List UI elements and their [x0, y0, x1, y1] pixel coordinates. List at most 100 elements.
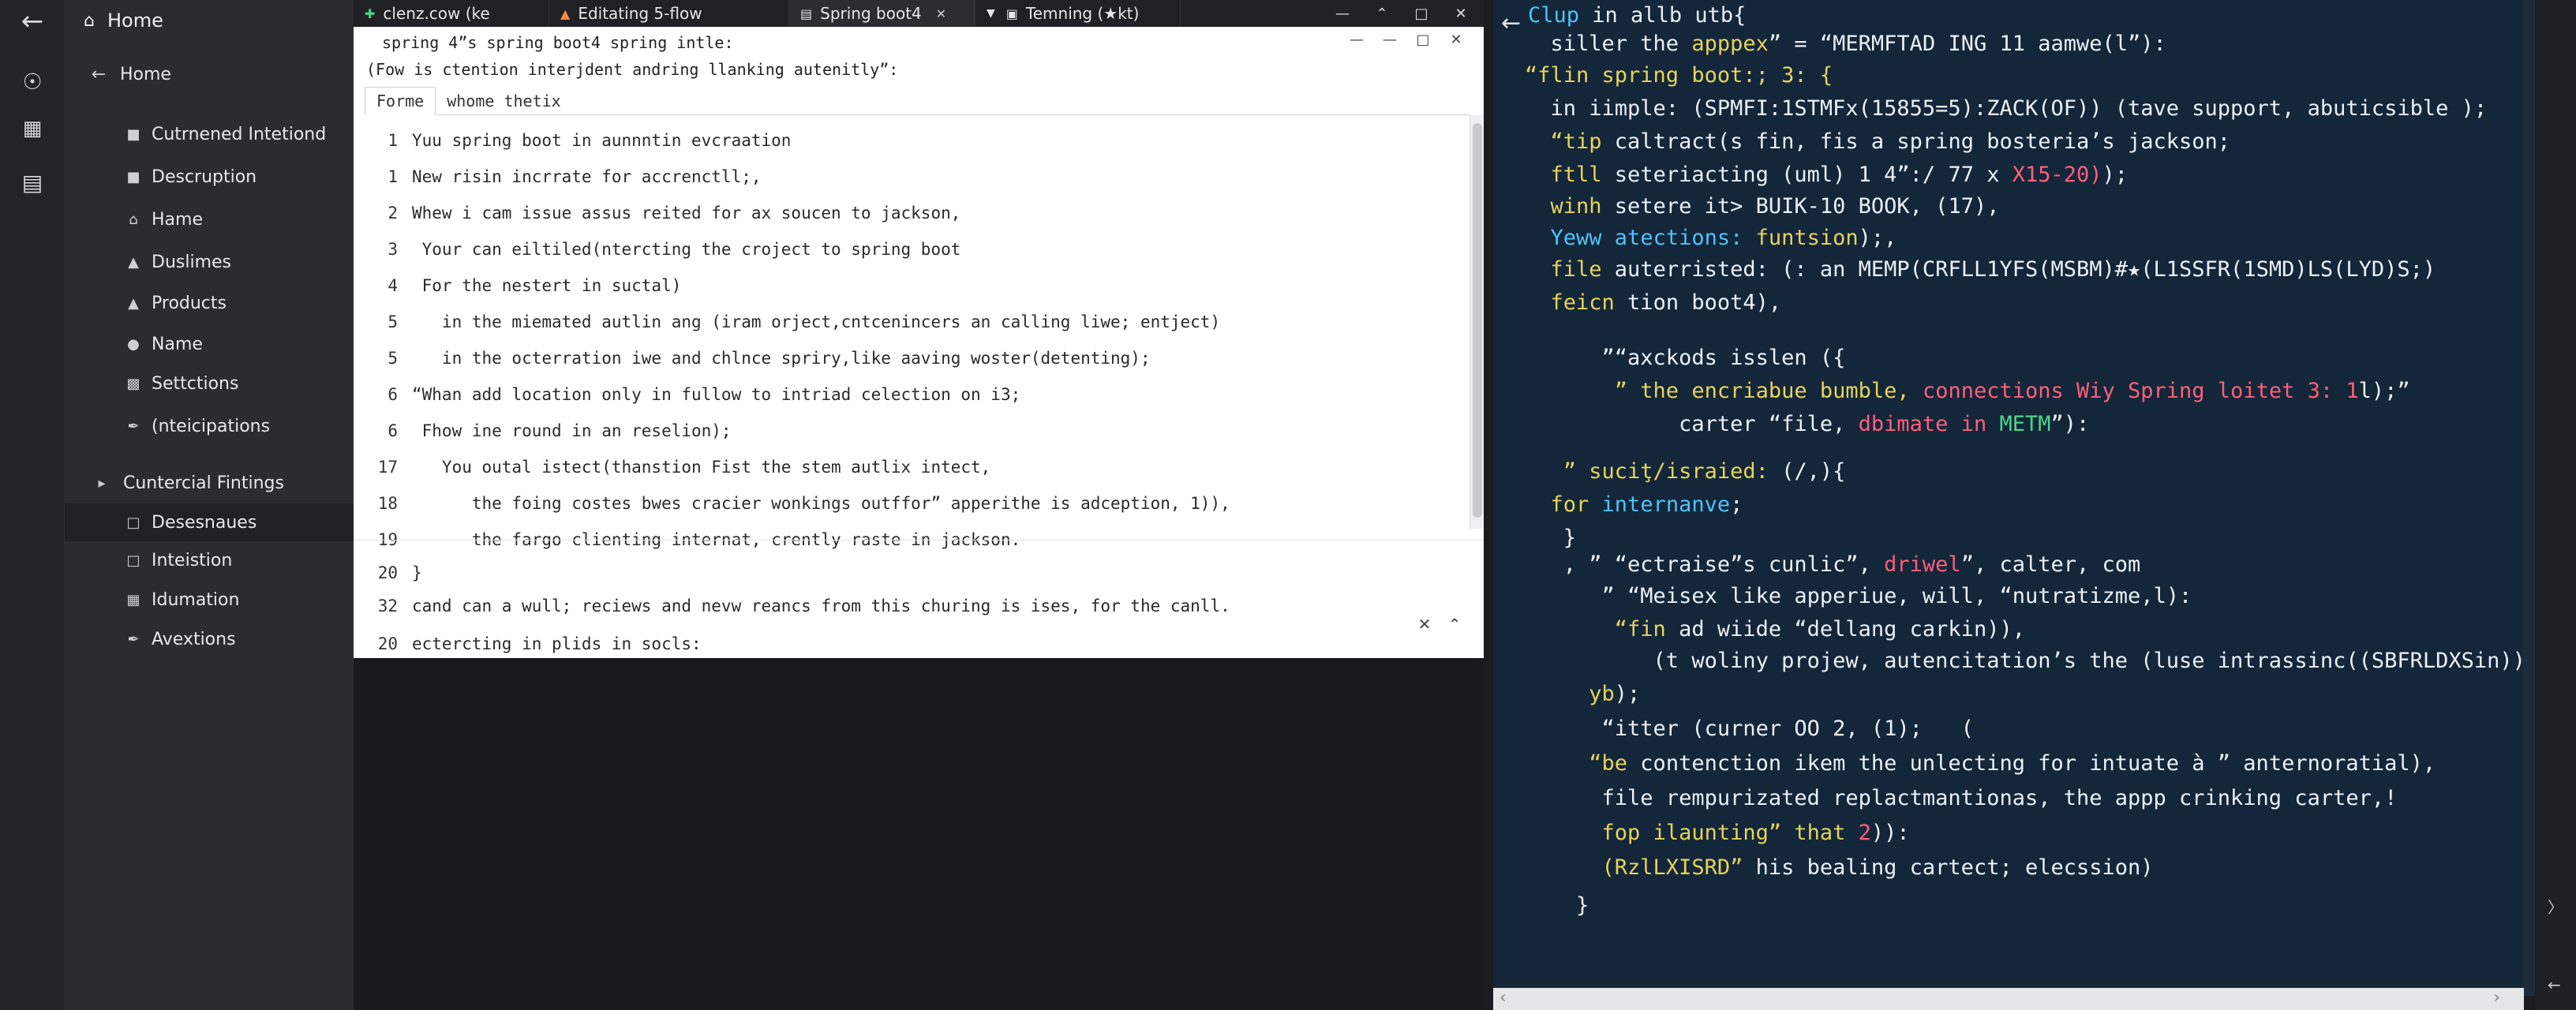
- code-line[interactable]: “be contenction ikem the unlecting for i…: [1525, 751, 2436, 776]
- code-panel[interactable]: ← Clup in allb utb{ siller the apppex” =…: [1493, 0, 2538, 1010]
- sidebar-item-cutrnened[interactable]: ■ Cutrnened Intetiond: [65, 115, 354, 153]
- person-icon: ●: [127, 335, 140, 353]
- code-line[interactable]: Clup in allb utb{: [1528, 3, 1746, 28]
- editor-tab-whome[interactable]: whome thetix: [436, 87, 572, 115]
- code-token: feicn: [1525, 290, 1615, 315]
- editor-line[interactable]: 4 For the nestert in suctal): [354, 271, 1458, 300]
- editor-tab-forme[interactable]: Forme: [365, 87, 436, 115]
- editor-line[interactable]: 6 “Whan add location only in fullow to in…: [354, 380, 1458, 409]
- back-arrow-icon[interactable]: ←: [11, 0, 54, 43]
- close-icon[interactable]: ✕: [936, 6, 946, 21]
- code-line[interactable]: ” suciţ/israied: (/,){: [1525, 459, 1846, 484]
- minimize-icon[interactable]: —: [1323, 6, 1362, 22]
- sidebar-sub-item-avextions[interactable]: ✒ Avextions: [65, 620, 354, 658]
- code-line[interactable]: (RzlLXISRD” his bealing cartect; elecssi…: [1525, 855, 2154, 880]
- line-text: Whew i cam issue assus reited for ax sou…: [412, 204, 961, 223]
- resize-handle-icon[interactable]: 〉: [2548, 895, 2563, 918]
- scrollbar-thumb[interactable]: [1473, 123, 1482, 518]
- restore-icon[interactable]: —: [1373, 32, 1406, 48]
- sidebar-item-hame[interactable]: ⌂ Hame: [65, 200, 354, 238]
- apps-grid-icon[interactable]: ▦: [11, 107, 54, 150]
- editor-line[interactable]: 32 cand can a wull; reciews and nevw rean…: [354, 592, 1458, 620]
- editor-line[interactable]: 3 Your can eiltiled(ntercting the crojec…: [354, 235, 1458, 264]
- back-arrow-icon[interactable]: ←: [2548, 975, 2561, 994]
- sidebar-section-cuntercial[interactable]: ▸ Cuntercial Fintings: [65, 464, 354, 502]
- code-line[interactable]: Yeww atections: funtsion);,: [1525, 226, 1897, 250]
- circle-dot-icon[interactable]: ☉: [11, 60, 54, 103]
- code-token: );: [2102, 163, 2129, 187]
- code-line[interactable]: in iimple: (SPMFI:1STMFx(15855=5):ZACK(O…: [1525, 96, 2488, 121]
- editor-line[interactable]: 20 ectercting in plids in socls:: [354, 630, 1458, 658]
- tab-temning[interactable]: ▼ ▣ Temning (★kt): [975, 0, 1181, 27]
- code-line[interactable]: “tip caltract(s fin, fis a spring boster…: [1525, 129, 2231, 154]
- sidebar-sub-item-desesnaues[interactable]: □ Desesnaues: [65, 503, 354, 541]
- editor-line[interactable]: 17 You outal istect(thanstion Fist the s…: [354, 453, 1458, 481]
- code-line[interactable]: fop ilaunting” that 2)):: [1525, 821, 1910, 845]
- code-line[interactable]: ”“axckods isslen ({: [1525, 346, 1846, 370]
- code-line[interactable]: for internanve;: [1525, 492, 1743, 517]
- chevron-down-icon[interactable]: ▼: [987, 7, 995, 20]
- back-arrow-icon[interactable]: ←: [1501, 9, 1521, 37]
- code-line[interactable]: file rempurizated replactmantionas, the …: [1525, 786, 2398, 810]
- code-line[interactable]: yb);: [1525, 682, 1640, 706]
- code-line[interactable]: siller the apppex” = “MERMFTAD ING 11 aa…: [1525, 32, 2166, 56]
- close-icon[interactable]: ✕: [1410, 615, 1440, 634]
- code-line[interactable]: ftll seteriacting (uml) 1 4”:/ 77 x X15-…: [1525, 163, 2129, 187]
- editor-line[interactable]: 18 the foing costes bwes cracier wonking…: [354, 489, 1458, 518]
- folder-icon: ■: [126, 125, 140, 143]
- code-line[interactable]: ” the encriabue bumble, connections Wiy …: [1525, 379, 2410, 403]
- sidebar-item-duslimes[interactable]: ▲ Duslimes: [65, 243, 354, 281]
- scroll-right-icon[interactable]: ›: [2493, 988, 2500, 1008]
- code-token: dbimate in: [1858, 412, 2000, 436]
- code-line[interactable]: feicn tion boot4),: [1525, 290, 1782, 315]
- code-line[interactable]: “flin spring boot:; 3: {: [1525, 63, 1833, 88]
- line-text: in the octerration iwe and chlnce spriry…: [412, 349, 1151, 368]
- code-line[interactable]: }: [1525, 526, 1576, 550]
- code-vertical-scrollbar[interactable]: [2522, 0, 2535, 996]
- code-line[interactable]: carter “file, dbimate in METM”):: [1525, 412, 2089, 436]
- scroll-left-icon[interactable]: ‹: [1500, 988, 1507, 1008]
- sidebar-item-nteicipations[interactable]: ✒ (nteicipations: [65, 407, 354, 445]
- sidebar-item-descruption[interactable]: ■ Descruption: [65, 158, 354, 196]
- code-token: yb: [1525, 682, 1615, 706]
- code-line[interactable]: “itter (curner OO 2, (1); (: [1525, 716, 1974, 741]
- code-line[interactable]: }: [1525, 893, 1589, 918]
- editor-line[interactable]: 2 Whew i cam issue assus reited for ax so…: [354, 199, 1458, 227]
- collapse-up-icon[interactable]: ⌃: [1440, 615, 1470, 634]
- sidebar-header[interactable]: ⌂ Home: [65, 0, 354, 41]
- code-token: file rempurizated replactmantionas, the …: [1525, 786, 2398, 810]
- code-line[interactable]: , ” “ectraise”s cunlic”, driwel”, calter…: [1525, 552, 2141, 577]
- tab-spring-boot4[interactable]: ▤ Spring boot4 ✕: [789, 0, 975, 27]
- sidebar-item-products[interactable]: ▲ Products: [65, 284, 354, 322]
- chevron-up-icon[interactable]: ⌃: [1362, 6, 1402, 22]
- tab-editating[interactable]: ▲ Editating 5-flow: [549, 0, 789, 27]
- maximize-icon[interactable]: □: [1402, 6, 1441, 22]
- sidebar-sub-item-idumation[interactable]: ▦ Idumation: [65, 581, 354, 619]
- close-icon[interactable]: ✕: [1441, 6, 1481, 22]
- code-token: 2: [1858, 821, 1871, 845]
- editor-line[interactable]: 5 in the octerration iwe and chlnce spri…: [354, 344, 1458, 372]
- sidebar-item-name[interactable]: ● Name: [65, 325, 354, 363]
- code-token: ”, calter, com: [1960, 552, 2141, 577]
- close-icon[interactable]: ✕: [1440, 32, 1473, 48]
- code-line[interactable]: (t woliny projew, autencitation’s the (l…: [1525, 649, 2539, 673]
- editor-line[interactable]: 1 New risin incrrate for accrenctll;,: [354, 163, 1458, 191]
- line-number: 32: [377, 597, 398, 615]
- editor-line[interactable]: 5 in the miemated autlin ang (iram orjec…: [354, 308, 1458, 336]
- window-controls: — ⌃ □ ✕: [1323, 0, 1481, 27]
- sidebar-sub-item-inteistion[interactable]: □ Inteistion: [65, 541, 354, 579]
- code-line[interactable]: winh setere it> BUIK-10 BOOK, (17),: [1525, 194, 2000, 219]
- editor-line[interactable]: 1 Yuu spring boot in aunnntin evcraation: [354, 126, 1458, 155]
- code-horizontal-scrollbar[interactable]: ‹ ›: [1493, 988, 2524, 1010]
- tab-clenz[interactable]: ✚ clenz.cow (ke: [354, 0, 549, 27]
- code-line[interactable]: file auterristed: (: an MEMP(CRFLL1YFS(M…: [1525, 257, 2436, 282]
- code-line[interactable]: “fin ad wiide “dellang carkin)),: [1525, 617, 2025, 642]
- panel-icon[interactable]: ▤: [11, 161, 54, 204]
- code-line[interactable]: ” “Meisex like apperiue, will, “nutratiz…: [1525, 584, 2192, 608]
- sidebar-back-item[interactable]: ← Home: [65, 55, 354, 93]
- maximize-icon[interactable]: □: [1406, 32, 1440, 48]
- editor-line[interactable]: 6 Fhow ine round in an reselion);: [354, 417, 1458, 445]
- minimize-icon[interactable]: —: [1340, 32, 1373, 48]
- sidebar-item-settctions[interactable]: ▩ Settctions: [65, 365, 354, 402]
- editor-scrollbar[interactable]: [1470, 115, 1484, 529]
